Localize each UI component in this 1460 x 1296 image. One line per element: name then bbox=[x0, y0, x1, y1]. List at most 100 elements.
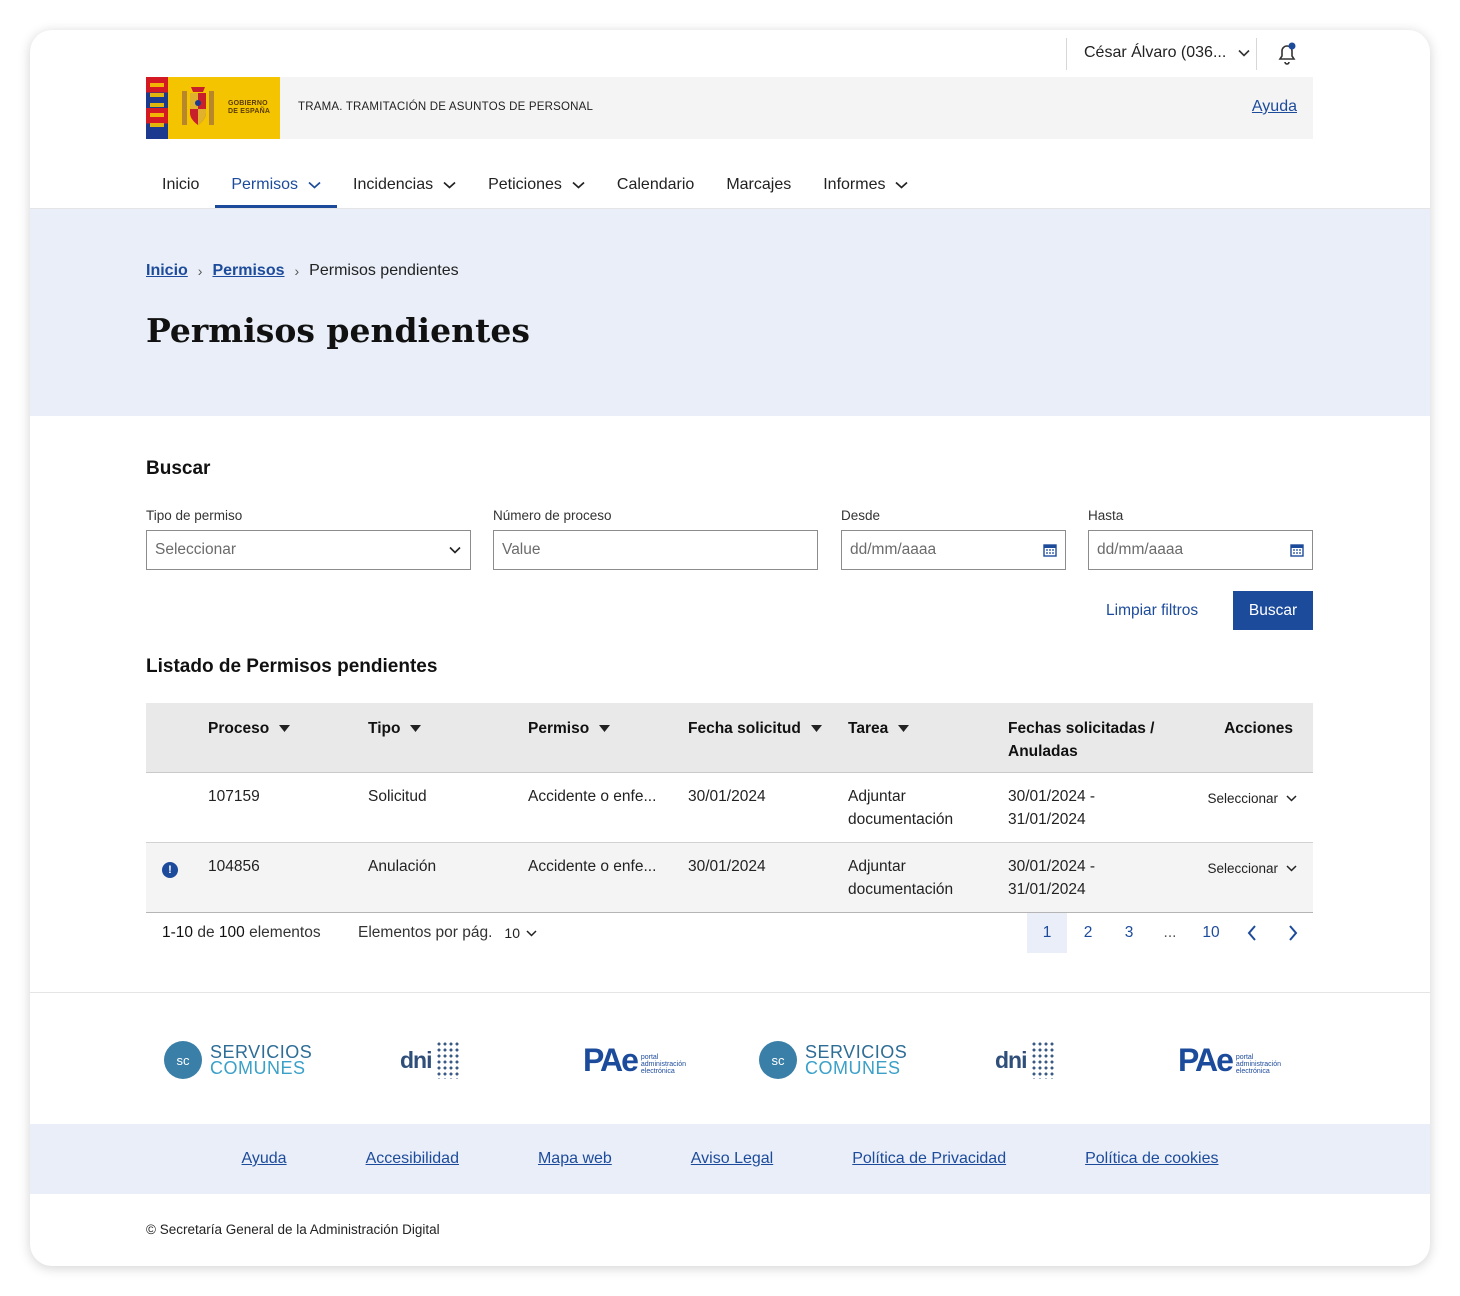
divider bbox=[1066, 38, 1067, 70]
column-header-proceso[interactable]: Proceso bbox=[208, 717, 291, 740]
column-header-tarea[interactable]: Tarea bbox=[848, 717, 910, 740]
cell-permiso: Accidente o enfe... bbox=[528, 858, 657, 875]
column-header-fechas: Fechas solicitadas / Anuladas bbox=[1008, 720, 1155, 760]
dni-logo[interactable]: dni bbox=[995, 1035, 1055, 1085]
hasta-field: Hasta dd/mm/aaaa bbox=[1088, 508, 1313, 570]
footer-link-ayuda[interactable]: Ayuda bbox=[242, 1150, 287, 1168]
footer-link-aviso-legal[interactable]: Aviso Legal bbox=[691, 1150, 773, 1168]
search-button[interactable]: Buscar bbox=[1233, 591, 1313, 630]
sort-down-icon bbox=[279, 725, 291, 732]
desde-field: Desde dd/mm/aaaa bbox=[841, 508, 1066, 570]
next-page-button[interactable] bbox=[1273, 913, 1313, 953]
divider bbox=[30, 992, 1430, 993]
nav-item-informes[interactable]: Informes bbox=[807, 162, 924, 208]
alert-icon: ! bbox=[162, 862, 178, 878]
per-page: Elementos por pág. 10 bbox=[358, 924, 537, 942]
chevron-right-icon: › bbox=[197, 263, 203, 279]
nav-item-permisos[interactable]: Permisos bbox=[215, 162, 337, 208]
tipo-permiso-select[interactable]: Seleccionar bbox=[146, 530, 471, 570]
column-header-tipo[interactable]: Tipo bbox=[368, 717, 422, 740]
footer-link-cookies[interactable]: Política de cookies bbox=[1085, 1150, 1218, 1168]
row-actions-select[interactable]: Seleccionar bbox=[1207, 857, 1297, 880]
nav-item-inicio[interactable]: Inicio bbox=[146, 162, 215, 208]
footer-links: Ayuda Accesibilidad Mapa web Aviso Legal… bbox=[30, 1124, 1430, 1194]
copyright: © Secretaría General de la Administració… bbox=[146, 1222, 440, 1237]
per-page-select[interactable]: 10 bbox=[504, 925, 537, 941]
calendar-icon[interactable] bbox=[1290, 543, 1304, 557]
nav-item-peticiones[interactable]: Peticiones bbox=[472, 162, 601, 208]
breadcrumb-permisos[interactable]: Permisos bbox=[212, 262, 284, 280]
gobierno-logo[interactable]: GOBIERNO DE ESPAÑA bbox=[146, 77, 280, 139]
page-list: 1 2 3 ... 10 bbox=[1026, 913, 1313, 953]
column-header-permiso[interactable]: Permiso bbox=[528, 717, 611, 740]
cell-fecha: 30/01/2024 bbox=[688, 858, 766, 875]
chevron-down-icon bbox=[1286, 795, 1297, 802]
cell-fechas: 30/01/2024 -31/01/2024 bbox=[1008, 858, 1096, 898]
cell-tarea: Adjuntar documentación bbox=[848, 858, 954, 898]
servicios-comunes-mark: sc bbox=[164, 1041, 202, 1079]
prev-page-button[interactable] bbox=[1232, 913, 1272, 953]
page-3[interactable]: 3 bbox=[1109, 913, 1149, 953]
cell-fecha: 30/01/2024 bbox=[688, 788, 766, 805]
servicios-comunes-logo[interactable]: sc SERVICIOS COMUNES bbox=[164, 1035, 312, 1085]
chevron-down-icon bbox=[1238, 49, 1250, 57]
pae-logo[interactable]: PAe portal administración electrónica bbox=[583, 1035, 686, 1085]
calendar-icon[interactable] bbox=[1043, 543, 1057, 557]
bell-icon[interactable] bbox=[1276, 42, 1298, 66]
desde-date-input[interactable]: dd/mm/aaaa bbox=[841, 530, 1066, 570]
search-title: Buscar bbox=[146, 458, 211, 479]
chevron-down-icon bbox=[308, 181, 321, 189]
sort-down-icon bbox=[599, 725, 611, 732]
cell-tipo: Solicitud bbox=[368, 788, 427, 805]
tipo-permiso-field: Tipo de permiso Seleccionar bbox=[146, 508, 471, 570]
numero-proceso-input[interactable]: Value bbox=[493, 530, 818, 570]
help-link[interactable]: Ayuda bbox=[1252, 98, 1297, 116]
column-header-fecha-solicitud[interactable]: Fecha solicitud bbox=[688, 717, 822, 740]
page-10[interactable]: 10 bbox=[1191, 913, 1231, 953]
chevron-down-icon bbox=[526, 929, 537, 937]
nav-item-marcajes[interactable]: Marcajes bbox=[710, 162, 807, 208]
dots-icon bbox=[1030, 1041, 1055, 1079]
chevron-down-icon bbox=[895, 181, 909, 189]
user-menu[interactable]: César Álvaro (036... bbox=[1084, 44, 1250, 62]
sort-down-icon bbox=[410, 725, 422, 732]
breadcrumb-inicio[interactable]: Inicio bbox=[146, 262, 188, 280]
permisos-table: Proceso Tipo Permiso Fecha solicitud Tar… bbox=[146, 703, 1313, 913]
chevron-left-icon bbox=[1247, 925, 1256, 941]
app-title: TRAMA. TRAMITACIÓN DE ASUNTOS DE PERSONA… bbox=[298, 101, 594, 113]
nav-item-incidencias[interactable]: Incidencias bbox=[337, 162, 472, 208]
nav-item-calendario[interactable]: Calendario bbox=[601, 162, 710, 208]
footer-link-accesibilidad[interactable]: Accesibilidad bbox=[366, 1150, 459, 1168]
hasta-date-input[interactable]: dd/mm/aaaa bbox=[1088, 530, 1313, 570]
table-header: Proceso Tipo Permiso Fecha solicitud Tar… bbox=[146, 703, 1313, 773]
partner-logos: sc SERVICIOS COMUNES dni PAe portal admini… bbox=[30, 1035, 1430, 1085]
clear-filters-button[interactable]: Limpiar filtros bbox=[1106, 602, 1198, 620]
footer-link-mapa-web[interactable]: Mapa web bbox=[538, 1150, 612, 1168]
page-title: Permisos pendientes bbox=[146, 311, 530, 350]
breadcrumb: Inicio › Permisos › Permisos pendientes bbox=[146, 262, 459, 280]
chevron-right-icon bbox=[1289, 925, 1298, 941]
page-2[interactable]: 2 bbox=[1068, 913, 1108, 953]
list-title: Listado de Permisos pendientes bbox=[146, 656, 438, 677]
page-ellipsis: ... bbox=[1163, 924, 1177, 941]
hasta-label: Hasta bbox=[1088, 508, 1124, 523]
tipo-permiso-label: Tipo de permiso bbox=[146, 508, 243, 523]
results-count: 1-10 de 100 elementos bbox=[162, 924, 321, 941]
numero-proceso-field: Número de proceso Value bbox=[493, 508, 818, 570]
servicios-comunes-logo[interactable]: sc SERVICIOS COMUNES bbox=[759, 1035, 907, 1085]
cell-permiso: Accidente o enfe... bbox=[528, 788, 657, 805]
column-header-acciones: Acciones bbox=[1224, 720, 1293, 737]
page-1[interactable]: 1 bbox=[1027, 913, 1067, 953]
chevron-right-icon: › bbox=[294, 263, 300, 279]
flag-stripe bbox=[146, 77, 168, 139]
table-row: 107159 Solicitud Accidente o enfe... 30/… bbox=[146, 773, 1313, 843]
footer-link-privacidad[interactable]: Política de Privacidad bbox=[852, 1150, 1006, 1168]
cell-proceso: 104856 bbox=[208, 858, 260, 875]
row-actions-select[interactable]: Seleccionar bbox=[1207, 787, 1297, 810]
pae-logo[interactable]: PAe portal administración electrónica bbox=[1178, 1035, 1281, 1085]
chevron-down-icon bbox=[1286, 865, 1297, 872]
dots-icon bbox=[435, 1041, 460, 1079]
chevron-down-icon bbox=[572, 181, 585, 189]
cell-tarea: Adjuntar documentación bbox=[848, 788, 954, 828]
dni-logo[interactable]: dni bbox=[400, 1035, 460, 1085]
